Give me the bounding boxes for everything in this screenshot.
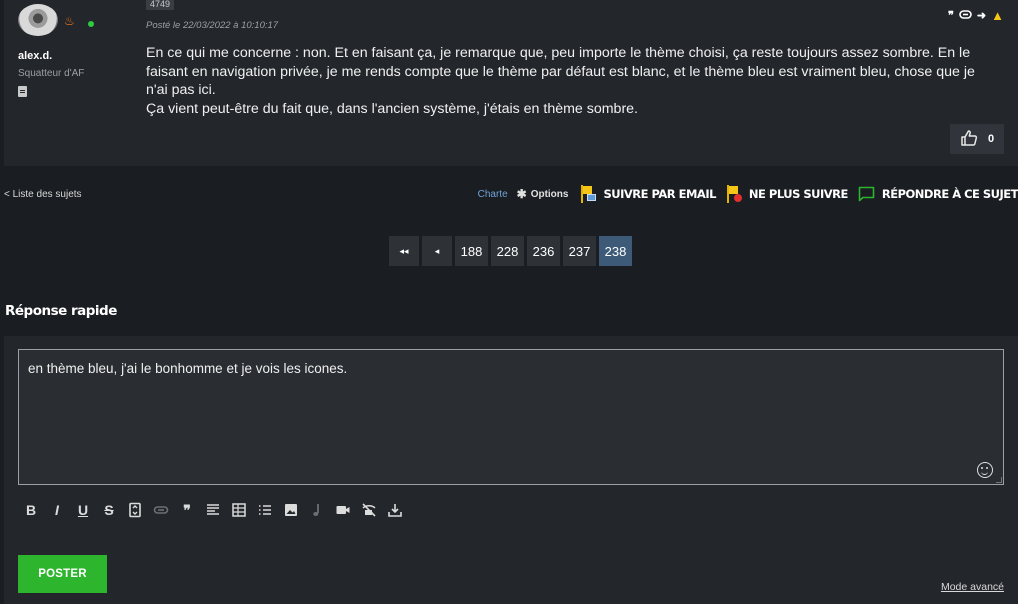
page-link[interactable]: 188 [455, 236, 488, 266]
list-icon[interactable] [252, 498, 278, 522]
options-label: Options [530, 188, 569, 200]
fire-badge-icon: ♨ [64, 14, 75, 28]
reply-to-topic-label: RÉPONDRE À CE SUJET [881, 187, 1018, 201]
previous-page-button[interactable]: ◂ [422, 236, 452, 266]
chat-bubble-icon [858, 186, 875, 202]
advanced-mode-link[interactable]: Mode avancé [941, 581, 1004, 593]
reply-textarea[interactable]: en thème bleu, j'ai le bonhomme et je vo… [18, 349, 1004, 485]
like-button[interactable]: 0 [950, 124, 1004, 154]
link-icon[interactable] [959, 9, 972, 22]
italic-button[interactable]: I [44, 498, 70, 522]
avatar[interactable] [18, 4, 58, 36]
format-toolbar: B I U S ❞ [18, 498, 408, 522]
quick-reply-title: Réponse rapide [5, 303, 117, 319]
spoiler-button[interactable] [122, 498, 148, 522]
online-status-icon [88, 21, 94, 27]
follow-by-email-label: SUIVRE PAR EMAIL [603, 187, 716, 201]
profile-document-icon[interactable] [18, 86, 27, 97]
resize-handle[interactable] [996, 477, 1002, 483]
bold-button[interactable]: B [18, 498, 44, 522]
like-count: 0 [987, 133, 995, 145]
pagination: ◂◂ ◂ 188 228 236 237 238 [389, 236, 632, 266]
emoji-picker-icon[interactable] [977, 462, 993, 478]
page-link[interactable]: 228 [491, 236, 524, 266]
post-paragraph: Ça vient peut-être du fait que, dans l'a… [146, 100, 638, 117]
align-text-icon[interactable] [200, 498, 226, 522]
current-page[interactable]: 238 [599, 236, 632, 266]
image-icon[interactable] [278, 498, 304, 522]
follow-by-email-button[interactable]: SUIVRE PAR EMAIL [580, 185, 716, 203]
back-to-topic-list-link[interactable]: < Liste des sujets [4, 189, 82, 200]
music-note-icon[interactable] [304, 498, 330, 522]
video-camera-icon[interactable] [330, 498, 356, 522]
post-date: Posté le 22/03/2022 à 10:10:17 [146, 20, 279, 31]
quote-button[interactable]: ❞ [174, 498, 200, 522]
unfollow-label: NE PLUS SUIVRE [748, 187, 848, 201]
topic-actions: Charte ✱ Options SUIVRE PAR EMAIL NE PLU… [478, 184, 1018, 204]
page-link[interactable]: 237 [563, 236, 596, 266]
underline-button[interactable]: U [70, 498, 96, 522]
page-link[interactable]: 236 [527, 236, 560, 266]
post-paragraph: En ce qui me concerne : non. Et en faisa… [146, 45, 975, 98]
download-icon[interactable] [382, 498, 408, 522]
unfollow-button[interactable]: NE PLUS SUIVRE [726, 185, 848, 203]
report-warning-icon[interactable]: ▲ [991, 8, 1004, 23]
share-arrow-icon[interactable]: ➜ [977, 9, 986, 22]
reply-text: en thème bleu, j'ai le bonhomme et je vo… [28, 361, 348, 376]
options-button[interactable]: ✱ Options [517, 187, 569, 201]
thumbs-up-icon [960, 129, 978, 150]
first-page-button[interactable]: ◂◂ [389, 236, 419, 266]
strikethrough-button[interactable]: S [96, 498, 122, 522]
post-actions: ❞ ➜ ▲ [948, 8, 1004, 23]
post-reply-button[interactable]: POSTER [18, 555, 107, 593]
link-insert-icon[interactable] [148, 498, 174, 522]
charte-link[interactable]: Charte [478, 189, 508, 200]
reply-to-topic-button[interactable]: RÉPONDRE À CE SUJET [858, 186, 1018, 202]
table-icon[interactable] [226, 498, 252, 522]
gear-icon: ✱ [516, 187, 527, 201]
post-body: En ce qui me concerne : non. Et en faisa… [146, 44, 996, 118]
author-name[interactable]: alex.d. [18, 50, 52, 62]
forum-post: ♨ alex.d. Squatteur d'AF 4749 Posté le 2… [4, 0, 1018, 166]
flag-stop-icon [726, 185, 742, 203]
hide-media-icon[interactable] [356, 498, 382, 522]
post-number[interactable]: 4749 [146, 0, 175, 10]
quote-icon[interactable]: ❞ [948, 9, 954, 22]
flag-mail-icon [580, 185, 597, 203]
author-rank: Squatteur d'AF [18, 68, 85, 79]
